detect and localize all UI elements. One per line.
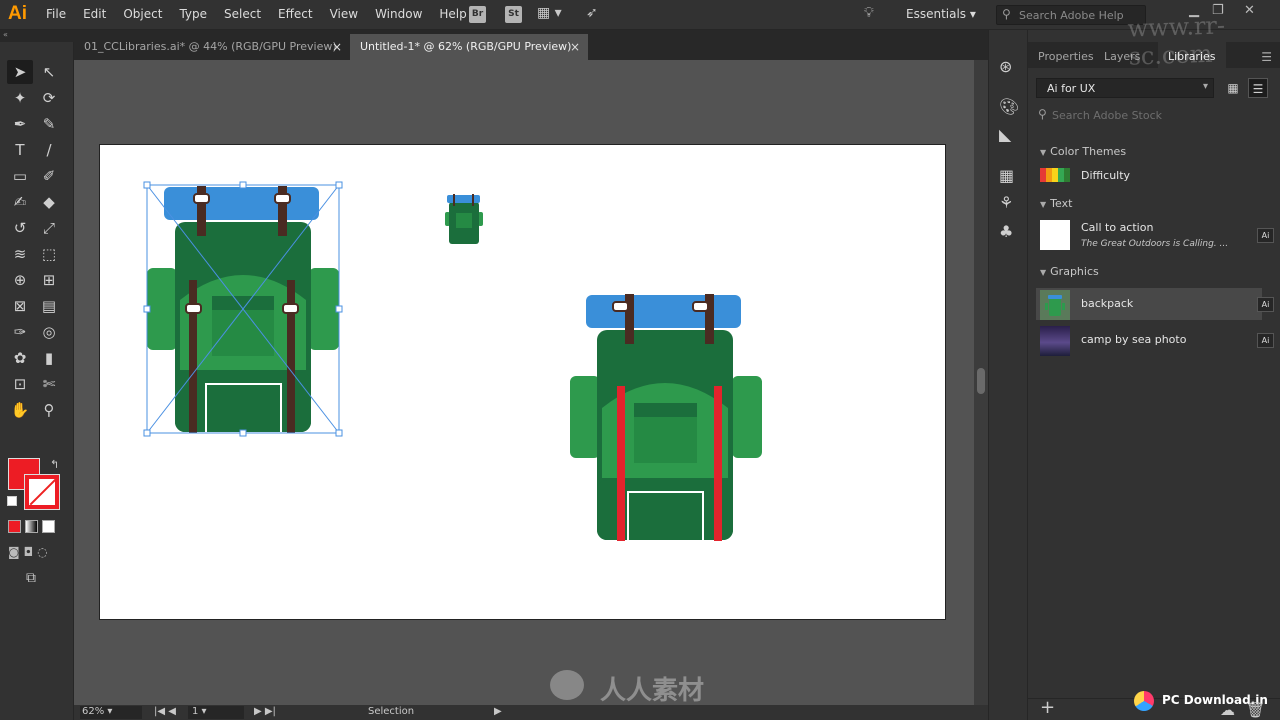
- section-label: Text: [1050, 197, 1073, 210]
- library-dropdown[interactable]: Ai for UX ▾: [1036, 78, 1214, 98]
- graphic-item-camp-photo[interactable]: camp by sea photo Ai: [1036, 324, 1274, 356]
- stock-search-placeholder: Search Adobe Stock: [1052, 109, 1163, 122]
- tab-properties[interactable]: Properties: [1038, 50, 1094, 63]
- cloud-sync-icon[interactable]: ☁: [1220, 701, 1235, 719]
- ai-badge: Ai: [1257, 297, 1274, 312]
- backpack-graphic-small[interactable]: [445, 194, 483, 244]
- color-theme-item[interactable]: Difficulty: [1036, 163, 1262, 191]
- list-view-icon[interactable]: ☰: [1248, 78, 1268, 98]
- disclosure-icon: ▼: [1040, 268, 1047, 277]
- zoom-field[interactable]: 62% ▾: [80, 706, 142, 719]
- panel-icon-strip: ⊛ 🎨︎ ◣ ▦ ⚘ ♣: [988, 30, 1028, 720]
- backpack-graphic-selected[interactable]: [143, 181, 343, 437]
- watermark-brand: 人人素材: [550, 670, 730, 706]
- section-text[interactable]: ▼ Text: [1040, 197, 1072, 210]
- properties-panel-icon[interactable]: ⊛: [999, 57, 1012, 76]
- artboard-number-field[interactable]: 1 ▾: [188, 706, 244, 719]
- artboard-number: 1: [192, 706, 199, 717]
- color-panel-icon[interactable]: 🎨︎: [999, 97, 1019, 116]
- item-label: Call to action: [1081, 221, 1154, 234]
- swatches-panel-icon[interactable]: ▦: [999, 166, 1014, 185]
- stock-search-field[interactable]: ⚲ Search Adobe Stock: [1036, 106, 1272, 126]
- watermark-logo-icon: [550, 670, 584, 700]
- graphic-item-backpack[interactable]: backpack Ai: [1036, 288, 1274, 320]
- brushes-panel-icon[interactable]: ⚘: [999, 193, 1013, 212]
- swatch: [1064, 168, 1070, 182]
- trash-icon[interactable]: 🗑︎: [1246, 701, 1265, 719]
- scrollbar-thumb[interactable]: [977, 368, 985, 394]
- camp-photo-thumbnail: [1040, 326, 1070, 356]
- text-style-item[interactable]: Call to action The Great Outdoors is Cal…: [1036, 218, 1274, 254]
- item-thumbnail: [1040, 220, 1070, 250]
- section-label: Color Themes: [1050, 145, 1127, 158]
- backpack-thumbnail: [1040, 290, 1070, 320]
- library-name: Ai for UX: [1047, 82, 1096, 95]
- ai-badge: Ai: [1257, 333, 1274, 348]
- search-icon: ⚲: [1038, 107, 1047, 121]
- symbols-panel-icon[interactable]: ♣: [999, 222, 1013, 241]
- watermark-brand-text: 人人素材: [600, 676, 705, 706]
- zoom-value: 62%: [82, 706, 105, 717]
- backpack-graphic-red-straps[interactable]: [570, 294, 762, 543]
- watermark-site: www.rr-sc.com: [1127, 11, 1226, 71]
- add-content-icon[interactable]: +: [1040, 697, 1055, 718]
- section-color-themes[interactable]: ▼ Color Themes: [1040, 145, 1126, 158]
- item-label: camp by sea photo: [1081, 333, 1187, 346]
- section-graphics[interactable]: ▼ Graphics: [1040, 265, 1099, 278]
- panel-footer: + PC Download.in ☁ 🗑︎: [1028, 691, 1280, 720]
- libraries-panel: Properties Layers Libraries ☰ Ai for UX …: [1028, 30, 1280, 720]
- item-label: backpack: [1081, 297, 1134, 310]
- status-menu-icon[interactable]: ▶: [494, 706, 502, 717]
- grid-view-icon[interactable]: ▦: [1223, 78, 1243, 98]
- disclosure-icon: ▼: [1040, 200, 1047, 209]
- status-tool-name: Selection: [368, 706, 415, 717]
- artboard-nav-prev-icon[interactable]: |◀ ◀: [154, 706, 176, 717]
- pc-download-logo: [1134, 691, 1154, 711]
- chevron-down-icon: ▾: [1202, 81, 1208, 92]
- item-sample: The Great Outdoors is Calling. ...: [1081, 239, 1229, 249]
- status-bar: 62% ▾ |◀ ◀ 1 ▾ ▶ ▶| Selection ▶: [74, 705, 988, 720]
- item-label: Difficulty: [1081, 169, 1131, 182]
- color-theme-swatches: [1040, 168, 1070, 182]
- section-label: Graphics: [1050, 265, 1099, 278]
- artboard-nav-next-icon[interactable]: ▶ ▶|: [254, 706, 276, 717]
- ai-badge: Ai: [1257, 228, 1274, 243]
- backpack-thumb-art: [1045, 295, 1065, 316]
- color-guide-icon[interactable]: ◣: [999, 125, 1011, 144]
- disclosure-icon: ▼: [1040, 148, 1047, 157]
